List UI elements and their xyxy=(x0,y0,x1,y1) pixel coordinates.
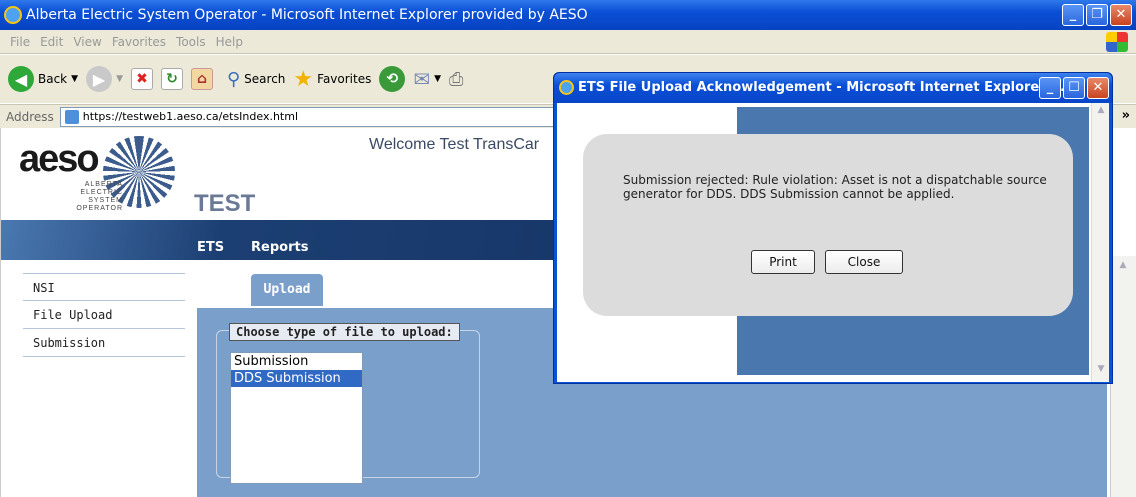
address-label: Address xyxy=(6,109,54,124)
logo-text: aeso xyxy=(19,138,100,180)
refresh-button[interactable]: ↻ xyxy=(160,68,183,90)
menu-view[interactable]: View xyxy=(73,35,101,49)
star-icon: ★ xyxy=(293,66,314,92)
favorites-label: Favorites xyxy=(317,72,372,86)
print-button[interactable]: Print xyxy=(751,250,815,274)
search-icon: ⚲ xyxy=(226,68,241,90)
menu-file[interactable]: File xyxy=(10,35,30,49)
window-controls: _ ❐ ✕ xyxy=(1062,4,1132,26)
toolbar-overflow-icon[interactable]: » xyxy=(1122,108,1130,123)
rejection-message: Submission rejected: Rule violation: Ass… xyxy=(623,173,1047,201)
page-icon xyxy=(64,109,79,124)
page-scrollbar[interactable]: ▲ xyxy=(1110,256,1136,497)
dropdown-arrow-icon[interactable]: ▼ xyxy=(434,74,441,84)
close-icon[interactable]: ✕ xyxy=(1087,77,1109,99)
logo-subtitle: ALBERTA ELECTRIC SYSTEM OPERATOR xyxy=(76,181,123,212)
print-button[interactable]: ⎙ xyxy=(449,69,463,90)
dialog-titlebar: ETS File Upload Acknowledgement - Micros… xyxy=(554,73,1112,103)
search-button[interactable]: ⚲ Search xyxy=(227,69,285,90)
menu-bar: File Edit View Favorites Tools Help xyxy=(0,30,1136,54)
sidebar-item-file-upload[interactable]: File Upload xyxy=(23,301,185,329)
welcome-message: Welcome Test TransCar xyxy=(369,136,540,153)
scroll-up-icon[interactable]: ▲ xyxy=(1116,260,1130,276)
mail-icon: ✉ xyxy=(413,67,431,91)
search-label: Search xyxy=(244,72,286,86)
restore-icon[interactable]: ❐ xyxy=(1086,4,1108,26)
forward-button[interactable]: ▶ ▼ xyxy=(86,66,123,92)
message-box: Submission rejected: Rule violation: Ass… xyxy=(583,134,1073,316)
aeso-logo[interactable]: aeso ALBERTA ELECTRIC SYSTEM OPERATOR xyxy=(15,136,175,216)
minimize-icon[interactable]: _ xyxy=(1039,77,1061,99)
ie-icon xyxy=(559,80,574,95)
favorites-button[interactable]: ★ Favorites xyxy=(293,67,371,92)
browser-title: Alberta Electric System Operator - Micro… xyxy=(26,7,588,23)
browser-titlebar: Alberta Electric System Operator - Micro… xyxy=(0,0,1136,30)
stop-button[interactable]: ✖ xyxy=(130,68,153,90)
printer-icon: ⎙ xyxy=(449,68,464,90)
sidebar-item-submission[interactable]: Submission xyxy=(23,329,185,357)
acknowledgement-dialog: ETS File Upload Acknowledgement - Micros… xyxy=(553,72,1113,384)
mail-button[interactable]: ✉ ▼ xyxy=(413,67,441,91)
list-item[interactable]: Submission xyxy=(231,353,362,370)
list-item-selected[interactable]: DDS Submission xyxy=(231,370,362,387)
sidebar-item-nsi[interactable]: NSI xyxy=(23,273,185,301)
menu-edit[interactable]: Edit xyxy=(40,35,63,49)
home-icon: ⌂ xyxy=(190,68,213,90)
back-arrow-icon: ◀ xyxy=(8,66,34,92)
history-button[interactable]: ⟲ xyxy=(379,66,406,92)
menu-favorites[interactable]: Favorites xyxy=(112,35,166,49)
address-input[interactable]: https://testweb1.aeso.ca/etsIndex.html xyxy=(59,106,600,127)
scroll-up-icon[interactable]: ▲ xyxy=(1094,105,1108,121)
address-url: https://testweb1.aeso.ca/etsIndex.html xyxy=(82,110,299,123)
refresh-icon: ↻ xyxy=(160,68,183,90)
history-icon: ⟲ xyxy=(379,66,406,92)
nav-reports[interactable]: Reports xyxy=(251,240,308,255)
sidebar: NSI File Upload Submission xyxy=(23,273,185,357)
menu-tools[interactable]: Tools xyxy=(176,35,206,49)
close-button[interactable]: Close xyxy=(825,250,903,274)
home-button[interactable]: ⌂ xyxy=(190,68,213,90)
forward-arrow-icon: ▶ xyxy=(86,66,113,92)
back-label: Back xyxy=(38,72,68,86)
dropdown-arrow-icon[interactable]: ▼ xyxy=(71,74,78,84)
environment-label: TEST xyxy=(194,190,256,217)
close-icon[interactable]: ✕ xyxy=(1110,4,1132,26)
dialog-body: Submission rejected: Rule violation: Ass… xyxy=(557,103,1109,382)
back-button[interactable]: ◀ Back ▼ xyxy=(8,66,78,92)
ie-icon xyxy=(4,6,22,24)
stop-icon: ✖ xyxy=(130,68,153,90)
dialog-title: ETS File Upload Acknowledgement - Micros… xyxy=(578,80,1066,95)
nav-ets[interactable]: ETS xyxy=(197,240,224,255)
file-type-legend: Choose type of file to upload: xyxy=(229,323,460,341)
dialog-scrollbar[interactable]: ▲ ▼ xyxy=(1091,103,1109,382)
menu-help[interactable]: Help xyxy=(216,35,243,49)
file-type-listbox[interactable]: Submission DDS Submission xyxy=(230,352,363,484)
scroll-down-icon[interactable]: ▼ xyxy=(1094,364,1108,380)
tab-upload[interactable]: Upload xyxy=(249,272,325,306)
maximize-icon[interactable]: ☐ xyxy=(1063,77,1085,99)
dialog-window-controls: _ ☐ ✕ xyxy=(1039,77,1109,99)
windows-logo-icon xyxy=(1106,32,1128,52)
dropdown-arrow-icon[interactable]: ▼ xyxy=(116,74,123,84)
minimize-icon[interactable]: _ xyxy=(1062,4,1084,26)
